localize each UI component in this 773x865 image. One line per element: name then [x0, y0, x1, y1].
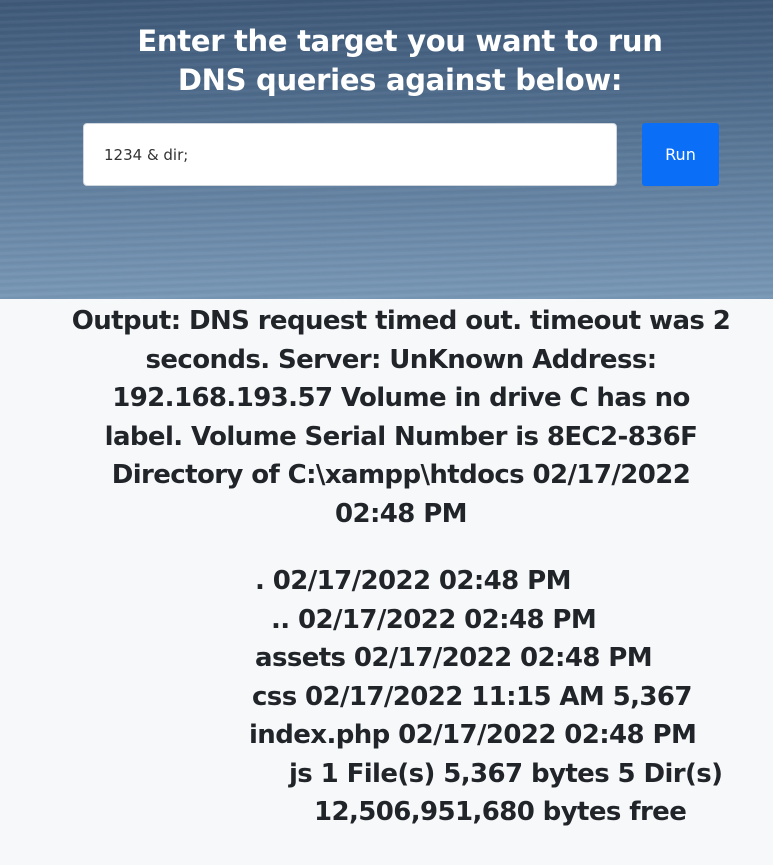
run-button[interactable]: Run [642, 123, 719, 186]
listing-line: assets 02/17/2022 02:48 PM [255, 643, 653, 673]
target-input[interactable] [83, 123, 617, 186]
listing-line: js 1 File(s) 5,367 bytes 5 Dir(s) [289, 758, 723, 789]
listing-line: . 02/17/2022 02:48 PM [255, 566, 571, 596]
listing-line: index.php 02/17/2022 02:48 PM [249, 720, 697, 750]
output-block: Output: DNS request timed out. timeout w… [70, 302, 732, 533]
output-text: Output: DNS request timed out. timeout w… [71, 306, 731, 529]
listing-line: css 02/17/2022 11:15 AM 5,367 [252, 681, 692, 712]
hero-banner: Enter the target you want to run DNS que… [0, 0, 773, 299]
listing-line: 12,506,951,680 bytes free [314, 797, 687, 827]
page-title: Enter the target you want to run DNS que… [137, 24, 663, 97]
listing-line: .. 02/17/2022 02:48 PM [271, 604, 597, 635]
